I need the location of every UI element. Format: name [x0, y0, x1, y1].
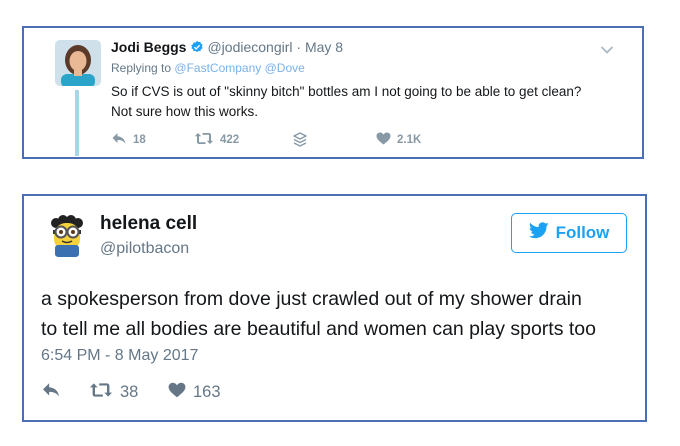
- tweet-text: a spokesperson from dove just crawled ou…: [41, 284, 641, 344]
- retweet-icon: [89, 382, 113, 403]
- retweet-icon: [194, 132, 214, 148]
- author-name[interactable]: helena cell: [100, 213, 197, 235]
- author-name[interactable]: Jodi Beggs: [111, 39, 186, 55]
- follow-label: Follow: [555, 223, 610, 242]
- avatar-illustration: [55, 40, 101, 86]
- tweet-actions: 18 422 2.1K: [111, 132, 431, 150]
- like-count: 2.1K: [397, 134, 422, 146]
- author-handle[interactable]: @jodiecongirl: [207, 39, 292, 55]
- tweet-card-reply[interactable]: Jodi Beggs @jodiecongirl · May 8 Replying…: [22, 26, 644, 159]
- tweet-text-line-2: Not sure how this works.: [111, 104, 259, 119]
- tweet-date[interactable]: May 8: [305, 39, 343, 55]
- like-count: 163: [193, 383, 221, 401]
- heart-icon: [376, 132, 391, 148]
- mention-dove[interactable]: @Dove: [265, 61, 305, 75]
- retweet-action[interactable]: 422: [194, 132, 239, 148]
- reply-icon: [111, 132, 127, 148]
- tweet-text-line-1: So if CVS is out of "skinny bitch" bottl…: [111, 84, 582, 99]
- like-action[interactable]: 163: [168, 382, 221, 403]
- avatar-helena-cell[interactable]: [44, 213, 90, 259]
- reply-count: 18: [133, 134, 146, 146]
- thread-connector-line: [75, 90, 79, 156]
- tweet-actions: 38 163: [41, 382, 341, 404]
- tweet-timestamp[interactable]: 6:54 PM - 8 May 2017: [41, 347, 198, 365]
- twitter-bird-icon: [528, 222, 549, 244]
- stack-action[interactable]: [293, 132, 307, 150]
- avatar-illustration: [44, 213, 90, 259]
- reply-icon: [41, 382, 61, 403]
- mention-fastcompany[interactable]: @FastCompany: [174, 61, 261, 75]
- stack-icon: [293, 132, 307, 150]
- author-handle[interactable]: @pilotbacon: [100, 240, 189, 258]
- reply-action[interactable]: 18: [111, 132, 146, 148]
- tweet-text: So if CVS is out of "skinny bitch" bottl…: [111, 82, 631, 122]
- separator-dot: ·: [296, 39, 302, 55]
- verified-badge-icon: [190, 40, 204, 57]
- follow-button[interactable]: Follow: [511, 213, 627, 253]
- chevron-down-icon[interactable]: [600, 42, 614, 60]
- replying-prefix: Replying to: [111, 61, 172, 75]
- like-action[interactable]: 2.1K: [376, 132, 421, 148]
- avatar-jodi-beggs[interactable]: [55, 40, 101, 86]
- tweet-header: Jodi Beggs @jodiecongirl · May 8: [111, 39, 343, 57]
- retweet-count: 422: [220, 134, 240, 146]
- tweet-text-line-1: a spokesperson from dove just crawled ou…: [41, 288, 582, 310]
- replying-to-line: Replying to @FastCompany @Dove: [111, 61, 305, 75]
- retweet-action[interactable]: 38: [89, 382, 138, 403]
- heart-icon: [168, 382, 186, 403]
- tweet-card-expanded[interactable]: helena cell @pilotbacon Follow a spokesp…: [22, 194, 647, 422]
- reply-action[interactable]: [41, 382, 61, 403]
- tweet-text-line-2: to tell me all bodies are beautiful and …: [41, 318, 596, 340]
- retweet-count: 38: [120, 383, 139, 401]
